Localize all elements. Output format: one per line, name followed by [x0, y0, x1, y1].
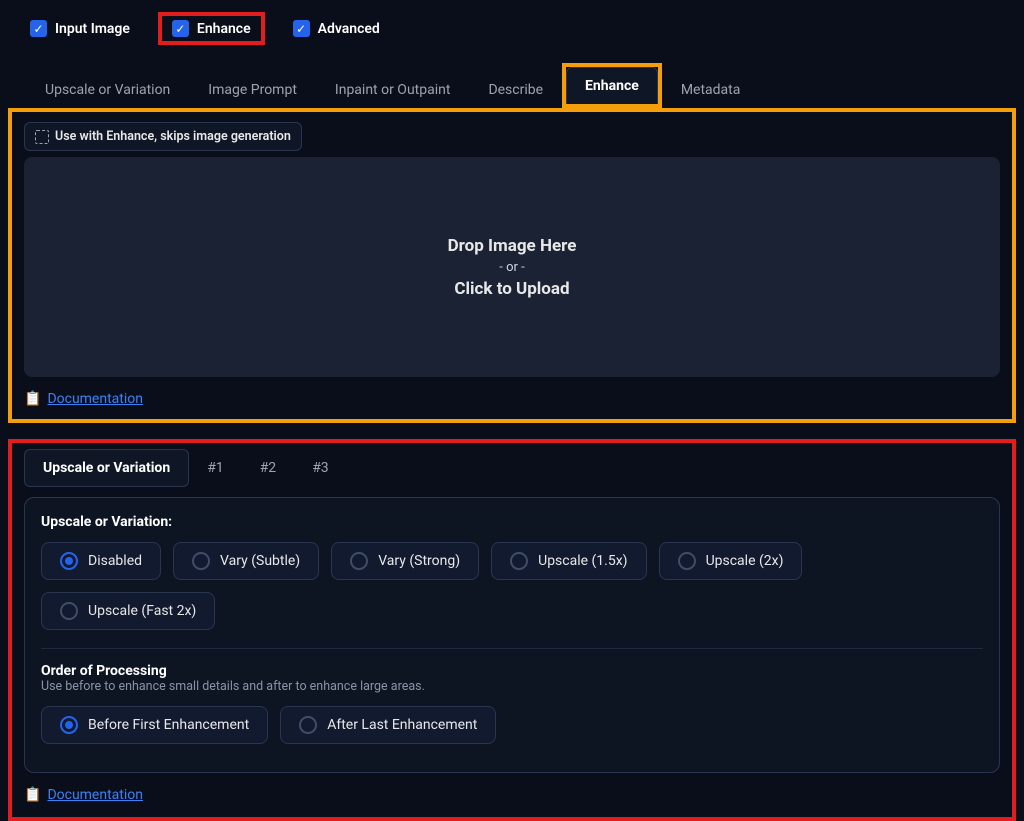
- radio-vary-strong[interactable]: Vary (Strong): [331, 542, 479, 580]
- radio-label: Upscale (2x): [706, 553, 784, 569]
- tab-upscale-or-variation[interactable]: Upscale or Variation: [26, 71, 189, 108]
- enhance-panel: Use with Enhance, skips image generation…: [8, 108, 1016, 423]
- drop-click: Click to Upload: [454, 279, 569, 299]
- order-title: Order of Processing: [41, 663, 983, 679]
- radio-dot-icon: [299, 716, 317, 734]
- uv-radio-row: Disabled Vary (Subtle) Vary (Strong) Ups…: [41, 542, 983, 630]
- radio-label: Upscale (Fast 2x): [88, 603, 196, 619]
- radio-label: Vary (Strong): [378, 553, 460, 569]
- subtabs: Upscale or Variation #1 #2 #3: [24, 449, 1000, 487]
- subtab-1[interactable]: #1: [189, 450, 242, 486]
- radio-upscale-fast-2x[interactable]: Upscale (Fast 2x): [41, 592, 215, 630]
- radio-label: After Last Enhancement: [327, 717, 477, 733]
- checkbox-enhance[interactable]: ✓ Enhance: [158, 12, 265, 45]
- image-placeholder-icon: [35, 130, 49, 144]
- order-subtitle: Use before to enhance small details and …: [41, 679, 983, 694]
- radio-disabled[interactable]: Disabled: [41, 542, 161, 580]
- check-icon: ✓: [30, 20, 47, 37]
- radio-dot-icon: [60, 602, 78, 620]
- drop-or: - or -: [499, 260, 524, 275]
- check-icon: ✓: [172, 20, 189, 37]
- radio-dot-icon: [510, 552, 528, 570]
- radio-upscale-1-5x[interactable]: Upscale (1.5x): [491, 542, 646, 580]
- radio-dot-icon: [192, 552, 210, 570]
- documentation-row-2: 📋 Documentation: [24, 787, 1000, 803]
- subtab-3[interactable]: #3: [294, 450, 347, 486]
- documentation-link[interactable]: Documentation: [47, 391, 143, 407]
- radio-label: Upscale (1.5x): [538, 553, 627, 569]
- enhance-hint-chip[interactable]: Use with Enhance, skips image generation: [24, 122, 302, 151]
- radio-upscale-2x[interactable]: Upscale (2x): [659, 542, 803, 580]
- radio-dot-icon: [60, 716, 78, 734]
- checkbox-label: Input Image: [55, 21, 130, 37]
- clipboard-icon: 📋: [24, 391, 41, 407]
- tab-inpaint-or-outpaint[interactable]: Inpaint or Outpaint: [316, 71, 470, 108]
- documentation-link-2[interactable]: Documentation: [47, 787, 143, 803]
- radio-vary-subtle[interactable]: Vary (Subtle): [173, 542, 319, 580]
- checkbox-label: Enhance: [197, 21, 251, 37]
- check-icon: ✓: [293, 20, 310, 37]
- drop-title: Drop Image Here: [448, 236, 577, 256]
- clipboard-icon: 📋: [24, 787, 41, 803]
- radio-dot-icon: [678, 552, 696, 570]
- upscale-settings-card: Upscale or Variation: Disabled Vary (Sub…: [24, 497, 1000, 773]
- radio-label: Before First Enhancement: [88, 717, 249, 733]
- tab-image-prompt[interactable]: Image Prompt: [189, 71, 316, 108]
- subtab-upscale-or-variation[interactable]: Upscale or Variation: [24, 449, 189, 487]
- subtab-2[interactable]: #2: [242, 450, 295, 486]
- radio-dot-icon: [60, 552, 78, 570]
- top-options-row: ✓ Input Image ✓ Enhance ✓ Advanced: [8, 12, 1016, 45]
- radio-label: Disabled: [88, 553, 142, 569]
- hint-text: Use with Enhance, skips image generation: [55, 129, 291, 144]
- uv-title: Upscale or Variation:: [41, 514, 983, 530]
- tab-enhance-highlight: Enhance: [562, 63, 662, 108]
- checkbox-input-image[interactable]: ✓ Input Image: [20, 16, 140, 41]
- tab-describe[interactable]: Describe: [469, 71, 562, 108]
- tab-enhance[interactable]: Enhance: [566, 67, 658, 104]
- order-radio-row: Before First Enhancement After Last Enha…: [41, 706, 983, 744]
- radio-before-first[interactable]: Before First Enhancement: [41, 706, 268, 744]
- checkbox-label: Advanced: [318, 21, 380, 37]
- radio-dot-icon: [350, 552, 368, 570]
- checkbox-advanced[interactable]: ✓ Advanced: [283, 16, 390, 41]
- tab-metadata[interactable]: Metadata: [662, 71, 760, 108]
- divider: [41, 648, 983, 649]
- documentation-row: 📋 Documentation: [24, 391, 1000, 407]
- image-drop-area[interactable]: Drop Image Here - or - Click to Upload: [24, 157, 1000, 377]
- radio-after-last[interactable]: After Last Enhancement: [280, 706, 496, 744]
- radio-label: Vary (Subtle): [220, 553, 300, 569]
- main-tabs: Upscale or Variation Image Prompt Inpain…: [8, 63, 1016, 108]
- upscale-variation-panel: Upscale or Variation #1 #2 #3 Upscale or…: [8, 439, 1016, 821]
